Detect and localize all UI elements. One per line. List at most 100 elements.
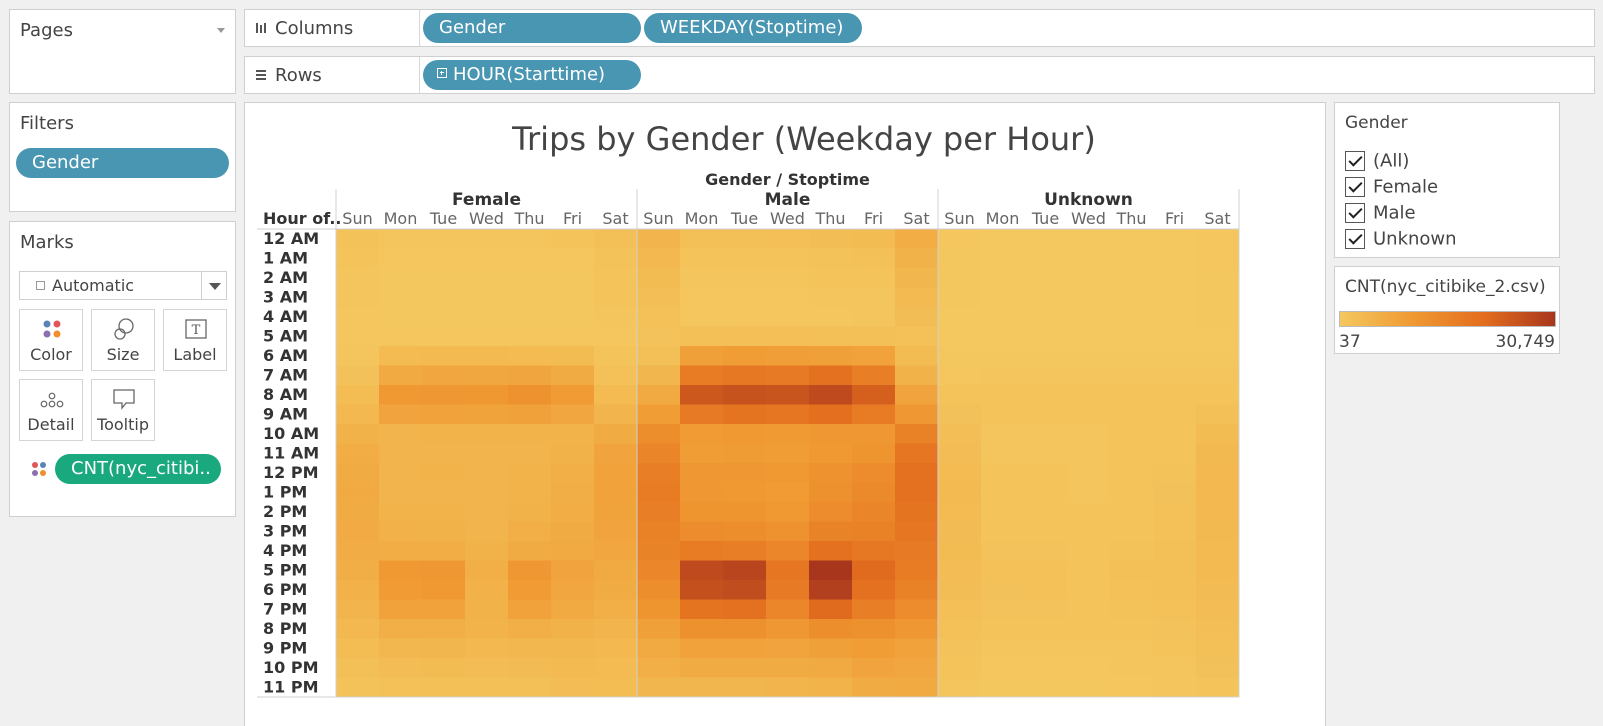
heatmap-cell xyxy=(680,677,724,698)
size-button[interactable]: Size xyxy=(91,309,155,371)
filter-option-female[interactable]: Female xyxy=(1345,176,1438,200)
filter-option-unknown[interactable]: Unknown xyxy=(1345,228,1457,252)
heatmap-cell xyxy=(1067,560,1111,581)
heatmap-cell xyxy=(1196,268,1240,288)
heatmap-cell xyxy=(680,541,724,561)
heatmap-cell xyxy=(379,619,423,639)
heatmap-cell xyxy=(680,326,724,347)
expand-plus-icon[interactable] xyxy=(437,68,447,78)
heatmap-cell xyxy=(895,229,939,249)
heatmap-cell xyxy=(723,482,767,503)
heatmap-cell xyxy=(1110,248,1154,269)
heatmap-cell xyxy=(981,638,1025,659)
heatmap-cell xyxy=(1196,580,1240,600)
heatmap-cell xyxy=(1024,326,1068,347)
heatmap-cell xyxy=(766,424,810,444)
heatmap-cell xyxy=(895,268,939,288)
heatmap-cell xyxy=(895,502,939,522)
color-field-pill[interactable]: CNT(nyc_citibi.. xyxy=(55,454,221,484)
heatmap-cell xyxy=(1153,502,1197,522)
heatmap-cell xyxy=(1196,424,1240,444)
heatmap-cell xyxy=(551,580,595,600)
column-pill-gender[interactable]: Gender xyxy=(423,13,641,43)
heatmap-cell xyxy=(938,307,982,327)
heatmap-cell xyxy=(1067,580,1111,600)
heatmap-cell xyxy=(465,521,509,542)
heatmap-cell xyxy=(1196,638,1240,659)
heatmap-cell xyxy=(680,463,724,483)
heatmap-cell xyxy=(508,463,552,483)
chevron-down-icon[interactable] xyxy=(217,28,225,33)
heatmap-cell xyxy=(551,287,595,308)
checkbox-checked-icon[interactable] xyxy=(1345,229,1365,249)
filter-pill-gender[interactable]: Gender xyxy=(16,148,229,178)
hour-label: 4 PM xyxy=(263,541,307,560)
size-icon xyxy=(114,318,134,340)
heatmap-cell xyxy=(508,482,552,503)
color-button[interactable]: Color xyxy=(19,309,83,371)
heatmap-cell xyxy=(637,385,681,405)
heatmap-cell xyxy=(981,404,1025,425)
color-legend-card[interactable]: CNT(nyc_citibike_2.csv) 37 30,749 xyxy=(1334,266,1560,354)
hour-label: 12 AM xyxy=(263,229,319,248)
heatmap-cell xyxy=(1110,521,1154,542)
filters-title: Filters xyxy=(20,113,74,134)
heatmap-cell xyxy=(379,248,423,269)
row-pill-hour[interactable]: HOUR(Starttime) xyxy=(423,60,641,90)
heatmap-cell xyxy=(422,638,466,659)
size-button-label: Size xyxy=(106,345,140,364)
heatmap-cell xyxy=(981,541,1025,561)
shelf-divider xyxy=(419,57,420,93)
heatmap-cell xyxy=(680,424,724,444)
heatmap-cell xyxy=(1067,229,1111,249)
heatmap-cell xyxy=(938,385,982,405)
column-pill-weekday[interactable]: WEEKDAY(Stoptime) xyxy=(644,13,862,43)
filter-option-male[interactable]: Male xyxy=(1345,202,1416,226)
heatmap-cell xyxy=(1024,248,1068,269)
heatmap-cell xyxy=(508,424,552,444)
pages-card[interactable]: Pages xyxy=(9,9,236,94)
heatmap-cell xyxy=(594,268,638,288)
label-button[interactable]: T Label xyxy=(163,309,227,371)
heatmap-cell xyxy=(809,560,853,581)
heatmap-cell xyxy=(852,521,896,542)
heatmap-cell xyxy=(379,229,423,249)
heatmap-cell xyxy=(895,521,939,542)
heatmap-cell xyxy=(594,424,638,444)
heatmap-cell xyxy=(938,560,982,581)
heatmap-cell xyxy=(1153,346,1197,366)
color-icon xyxy=(43,320,61,338)
heatmap-cell xyxy=(1110,482,1154,503)
heatmap-cell xyxy=(852,385,896,405)
heatmap-cell xyxy=(637,268,681,288)
tooltip-button[interactable]: Tooltip xyxy=(91,379,155,441)
heatmap-cell xyxy=(1067,502,1111,522)
heatmap-cell xyxy=(637,248,681,269)
checkbox-checked-icon[interactable] xyxy=(1345,203,1365,223)
filter-option-label: Female xyxy=(1373,176,1439,198)
filter-option-all[interactable]: (All) xyxy=(1345,150,1409,174)
heatmap-cell xyxy=(1024,619,1068,639)
heatmap-cell xyxy=(637,443,681,464)
heatmap-cell xyxy=(1196,658,1240,678)
heatmap-cell xyxy=(680,482,724,503)
detail-button[interactable]: Detail xyxy=(19,379,83,441)
checkbox-checked-icon[interactable] xyxy=(1345,151,1365,171)
heatmap-chart[interactable]: Trips by Gender (Weekday per Hour) Gender… xyxy=(245,103,1325,725)
heatmap-cell xyxy=(809,502,853,522)
checkbox-checked-icon[interactable] xyxy=(1345,177,1365,197)
heatmap-cell xyxy=(551,229,595,249)
heatmap-cell xyxy=(1067,307,1111,327)
heatmap-cell xyxy=(852,268,896,288)
heatmap-cell xyxy=(680,560,724,581)
heatmap-cell xyxy=(1153,268,1197,288)
heatmap-cell xyxy=(379,658,423,678)
square-mark-icon xyxy=(36,281,45,290)
heatmap-cell xyxy=(981,326,1025,347)
mark-type-dropdown[interactable]: Automatic xyxy=(19,271,227,300)
heatmap-cell xyxy=(1067,482,1111,503)
heatmap-cell xyxy=(465,443,509,464)
heatmap-cell xyxy=(981,599,1025,620)
heatmap-cell xyxy=(766,404,810,425)
heatmap-cell xyxy=(551,541,595,561)
